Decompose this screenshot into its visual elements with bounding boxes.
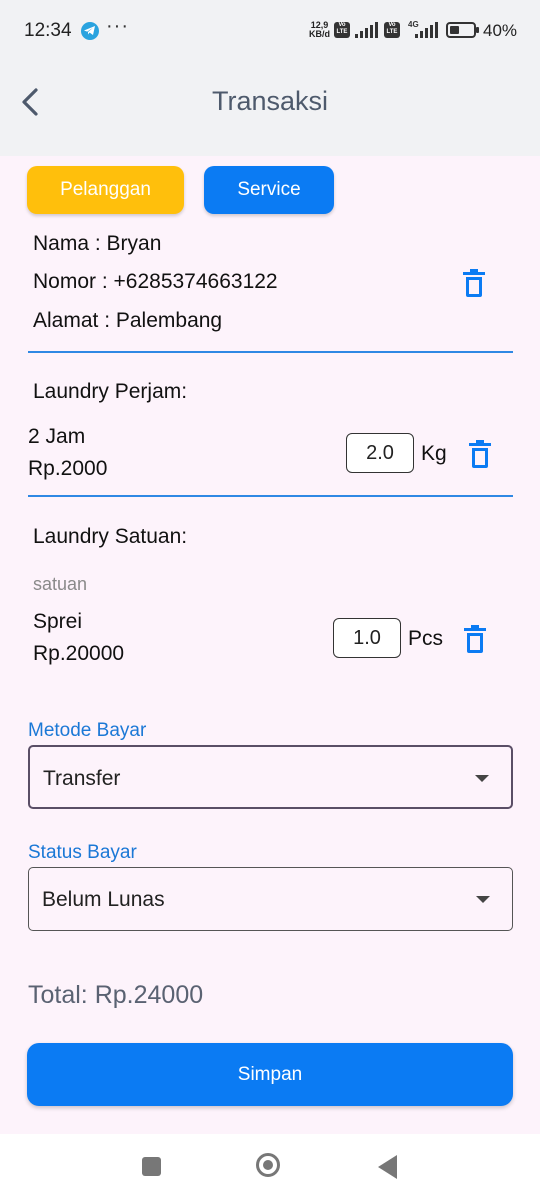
laundry-satuan-heading: Laundry Satuan: (33, 525, 188, 548)
satuan-item-name: Sprei (33, 610, 83, 633)
satuan-subheading: satuan (33, 574, 88, 594)
simpan-button[interactable]: Simpan (27, 1043, 513, 1106)
divider (28, 351, 513, 353)
customer-phone: Nomor : +6285374663122 (33, 270, 278, 293)
perjam-qty-input[interactable]: 2.0 (346, 433, 414, 473)
volte-icon-2: Vo LTE (384, 22, 400, 38)
tab-service[interactable]: Service (204, 166, 334, 214)
metode-bayar-value: Transfer (43, 767, 121, 790)
customer-name: Nama : Bryan (33, 232, 162, 255)
page-title: Transaksi (211, 86, 329, 116)
battery-level (450, 26, 459, 34)
more-notifications-icon: ··· (106, 15, 129, 37)
satuan-qty-input[interactable]: 1.0 (333, 618, 401, 658)
trash-icon (464, 625, 486, 653)
status-bayar-value: Belum Lunas (42, 888, 165, 911)
metode-bayar-label: Metode Bayar (28, 720, 147, 741)
network-speed-unit: KB/d (309, 29, 330, 39)
signal-icon (355, 22, 378, 38)
top-area: 12:34 ··· 12,9 KB/d Vo LTE Vo LTE 4G 40% (0, 0, 540, 156)
satuan-unit: Pcs (408, 627, 444, 650)
battery-percent: 40% (483, 21, 518, 40)
status-bayar-select[interactable]: Belum Lunas (28, 867, 513, 931)
status-bar: 12:34 ··· 12,9 KB/d Vo LTE Vo LTE 4G 40% (0, 0, 540, 60)
telegram-icon (81, 22, 99, 40)
perjam-item-price: Rp.2000 (28, 457, 108, 480)
perjam-item-name: 2 Jam (28, 425, 86, 448)
divider (28, 495, 513, 497)
home-icon[interactable] (256, 1153, 280, 1177)
signal-icon-2 (415, 22, 438, 38)
network-speed: 12,9 KB/d (309, 21, 330, 39)
system-nav-bar (0, 1134, 540, 1200)
recents-icon[interactable] (142, 1157, 161, 1176)
back-triangle-icon[interactable] (378, 1155, 397, 1179)
satuan-item-price: Rp.20000 (33, 642, 125, 665)
delete-satuan-button[interactable] (463, 625, 487, 653)
metode-bayar-select[interactable]: Transfer (28, 745, 513, 809)
battery-icon (446, 22, 479, 38)
app-bar: Transaksi (0, 60, 540, 156)
perjam-unit: Kg (421, 442, 447, 465)
dropdown-arrow-icon (475, 775, 489, 782)
trash-icon (463, 269, 485, 297)
status-bayar-label: Status Bayar (28, 842, 137, 863)
total-amount: Total: Rp.24000 (28, 981, 204, 1009)
trash-icon (469, 440, 491, 468)
tab-pelanggan[interactable]: Pelanggan (27, 166, 184, 214)
customer-address: Alamat : Palembang (33, 309, 223, 332)
dropdown-arrow-icon (476, 896, 490, 903)
volte-icon: Vo LTE (334, 22, 350, 38)
delete-customer-button[interactable] (462, 269, 486, 297)
status-time: 12:34 (24, 20, 72, 41)
delete-perjam-button[interactable] (468, 440, 492, 468)
laundry-perjam-heading: Laundry Perjam: (33, 380, 188, 403)
